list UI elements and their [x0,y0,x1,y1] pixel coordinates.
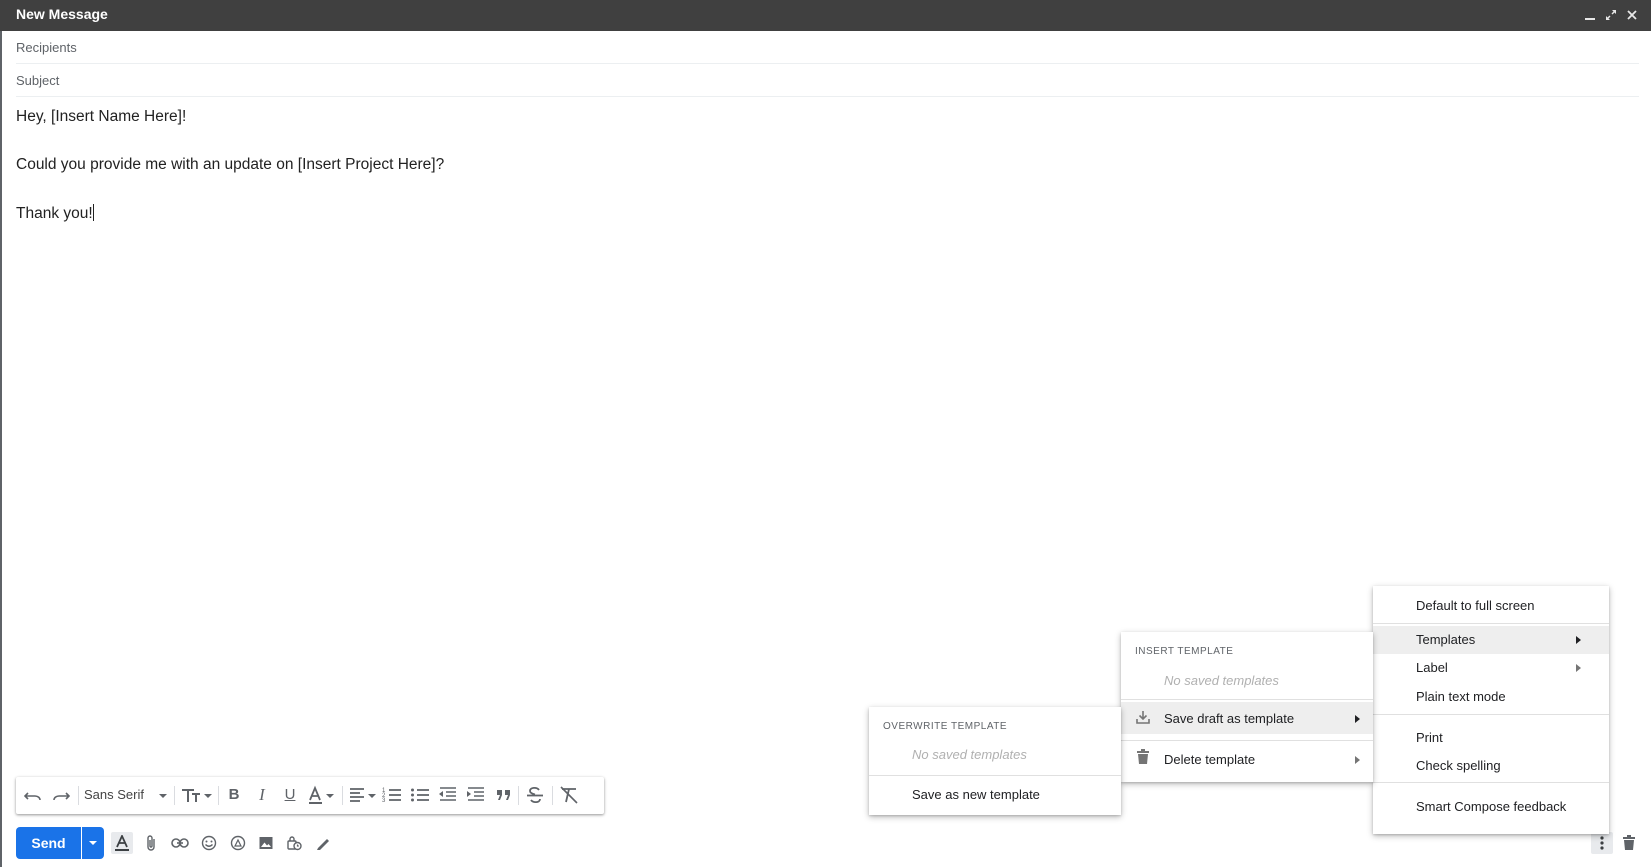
body-line-request: Could you provide me with an update on [… [16,156,445,173]
send-options-dropdown[interactable] [82,827,104,859]
menu-divider [1373,714,1609,715]
expand-icon[interactable] [1601,4,1621,26]
strikethrough-icon[interactable] [524,784,546,806]
photo-icon[interactable] [255,832,277,854]
signature-icon[interactable] [312,832,334,854]
menu-item-templates[interactable]: Templates [1416,632,1475,647]
subject-field[interactable]: Subject [16,64,1639,97]
formatting-options-icon[interactable] [111,832,133,854]
body-line-closing: Thank you! [16,204,94,223]
save-draft-submenu: OVERWRITE TEMPLATE No saved templates Sa… [869,707,1121,815]
compose-titlebar: New Message [0,0,1651,31]
toolbar-separator [78,786,79,805]
close-icon[interactable] [1622,4,1642,26]
menu-item-templates-highlight [1373,626,1609,654]
submenu-arrow-icon [1355,715,1360,723]
trash-icon [1136,749,1150,770]
menu-item-smart-compose-feedback[interactable]: Smart Compose feedback [1416,799,1566,814]
bulleted-list-icon[interactable] [410,784,430,806]
align-icon[interactable] [348,784,378,806]
font-dropdown-icon[interactable] [158,784,170,806]
insert-template-header: INSERT TEMPLATE [1135,646,1234,657]
overwrite-template-header: OVERWRITE TEMPLATE [883,721,1008,732]
font-family-select[interactable]: Sans Serif [84,784,156,806]
menu-divider [1121,740,1373,741]
window-left-edge [0,31,2,867]
minimize-icon[interactable] [1580,4,1600,26]
menu-divider [1121,699,1373,700]
toolbar-separator [174,786,175,805]
italic-icon[interactable]: I [252,784,272,806]
redo-icon[interactable] [52,784,72,806]
submenu-arrow-icon [1355,756,1360,764]
menu-item-delete-template[interactable]: Delete template [1164,752,1255,767]
indent-more-icon[interactable] [466,784,486,806]
templates-submenu: INSERT TEMPLATE No saved templates Save … [1121,632,1373,782]
underline-icon[interactable]: U [280,784,300,806]
toolbar-separator [518,786,519,805]
indent-less-icon[interactable] [438,784,458,806]
font-size-icon[interactable] [180,784,214,806]
menu-item-plain-text-mode[interactable]: Plain text mode [1416,689,1506,704]
remove-formatting-icon[interactable] [558,784,580,806]
toolbar-separator [552,786,553,805]
toolbar-separator [342,786,343,805]
menu-divider [1373,623,1609,624]
bold-icon[interactable]: B [224,784,244,806]
more-options-menu: Default to full screen Templates Label P… [1373,586,1609,834]
window-title: New Message [16,6,108,22]
send-button[interactable]: Send [16,827,81,859]
confidential-icon[interactable] [283,832,305,854]
menu-item-save-draft-as-template[interactable]: Save draft as template [1164,711,1294,726]
toolbar-separator [218,786,219,805]
emoji-icon[interactable] [198,832,220,854]
discard-icon[interactable] [1618,832,1640,854]
formatting-toolbar: Sans Serif B I U 123 [16,777,604,814]
submenu-arrow-icon [1576,664,1581,672]
quote-icon[interactable] [494,784,514,806]
menu-item-check-spelling[interactable]: Check spelling [1416,758,1501,773]
menu-item-label[interactable]: Label [1416,660,1448,675]
no-saved-templates-text: No saved templates [912,747,1027,762]
body-line-closing-text: Thank you! [16,205,93,222]
undo-icon[interactable] [24,784,44,806]
text-color-icon[interactable] [308,784,338,806]
drive-icon[interactable] [227,832,249,854]
save-template-icon [1135,709,1151,730]
menu-item-print[interactable]: Print [1416,730,1443,745]
svg-text:3: 3 [382,798,386,804]
link-icon[interactable] [169,832,191,854]
recipients-field[interactable]: Recipients [16,31,1639,64]
menu-item-save-as-new-template[interactable]: Save as new template [912,787,1040,802]
menu-divider [869,775,1121,776]
no-saved-templates-text: No saved templates [1164,673,1279,688]
text-cursor [92,204,94,221]
menu-divider [1373,782,1609,783]
menu-item-default-full-screen[interactable]: Default to full screen [1416,598,1535,613]
more-options-icon[interactable] [1591,832,1613,854]
body-line-greeting: Hey, [Insert Name Here]! [16,108,187,125]
attach-icon[interactable] [141,832,163,854]
submenu-arrow-icon [1576,636,1581,644]
numbered-list-icon[interactable]: 123 [382,784,402,806]
